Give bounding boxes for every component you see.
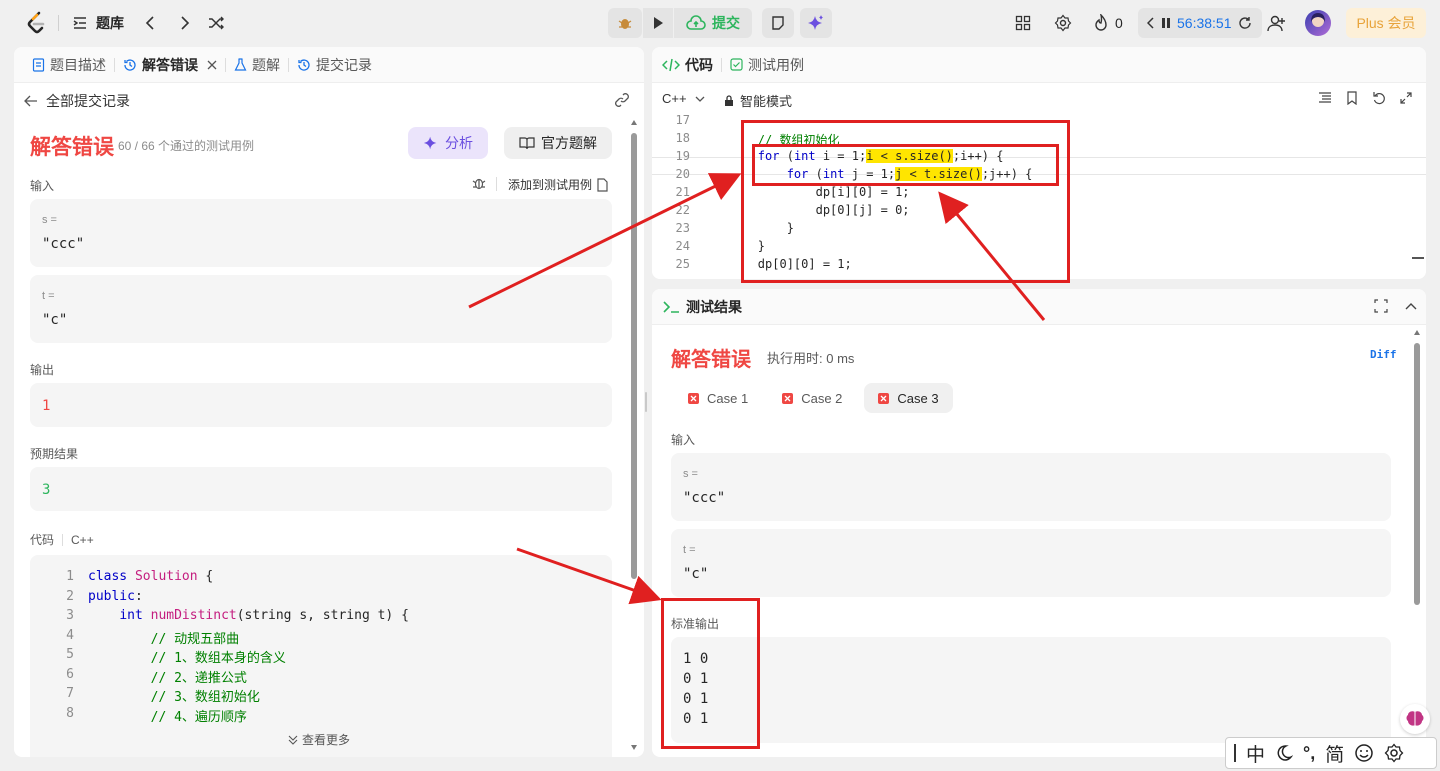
moon-icon[interactable] [1275,744,1294,762]
emoji-icon[interactable] [1354,743,1374,763]
ime-settings-icon[interactable] [1384,743,1404,763]
annotation-arrows [468,173,1046,605]
brain-icon [1405,710,1425,728]
ime-simplified[interactable]: 简 [1325,740,1344,767]
brain-assistant-button[interactable] [1400,704,1430,734]
ime-punctuation[interactable]: °, [1303,743,1315,764]
ime-mode-chinese[interactable]: 中 [1246,740,1265,767]
ime-grip[interactable] [1234,744,1236,762]
ime-toolbar: 中 °, 简 [1225,737,1437,769]
